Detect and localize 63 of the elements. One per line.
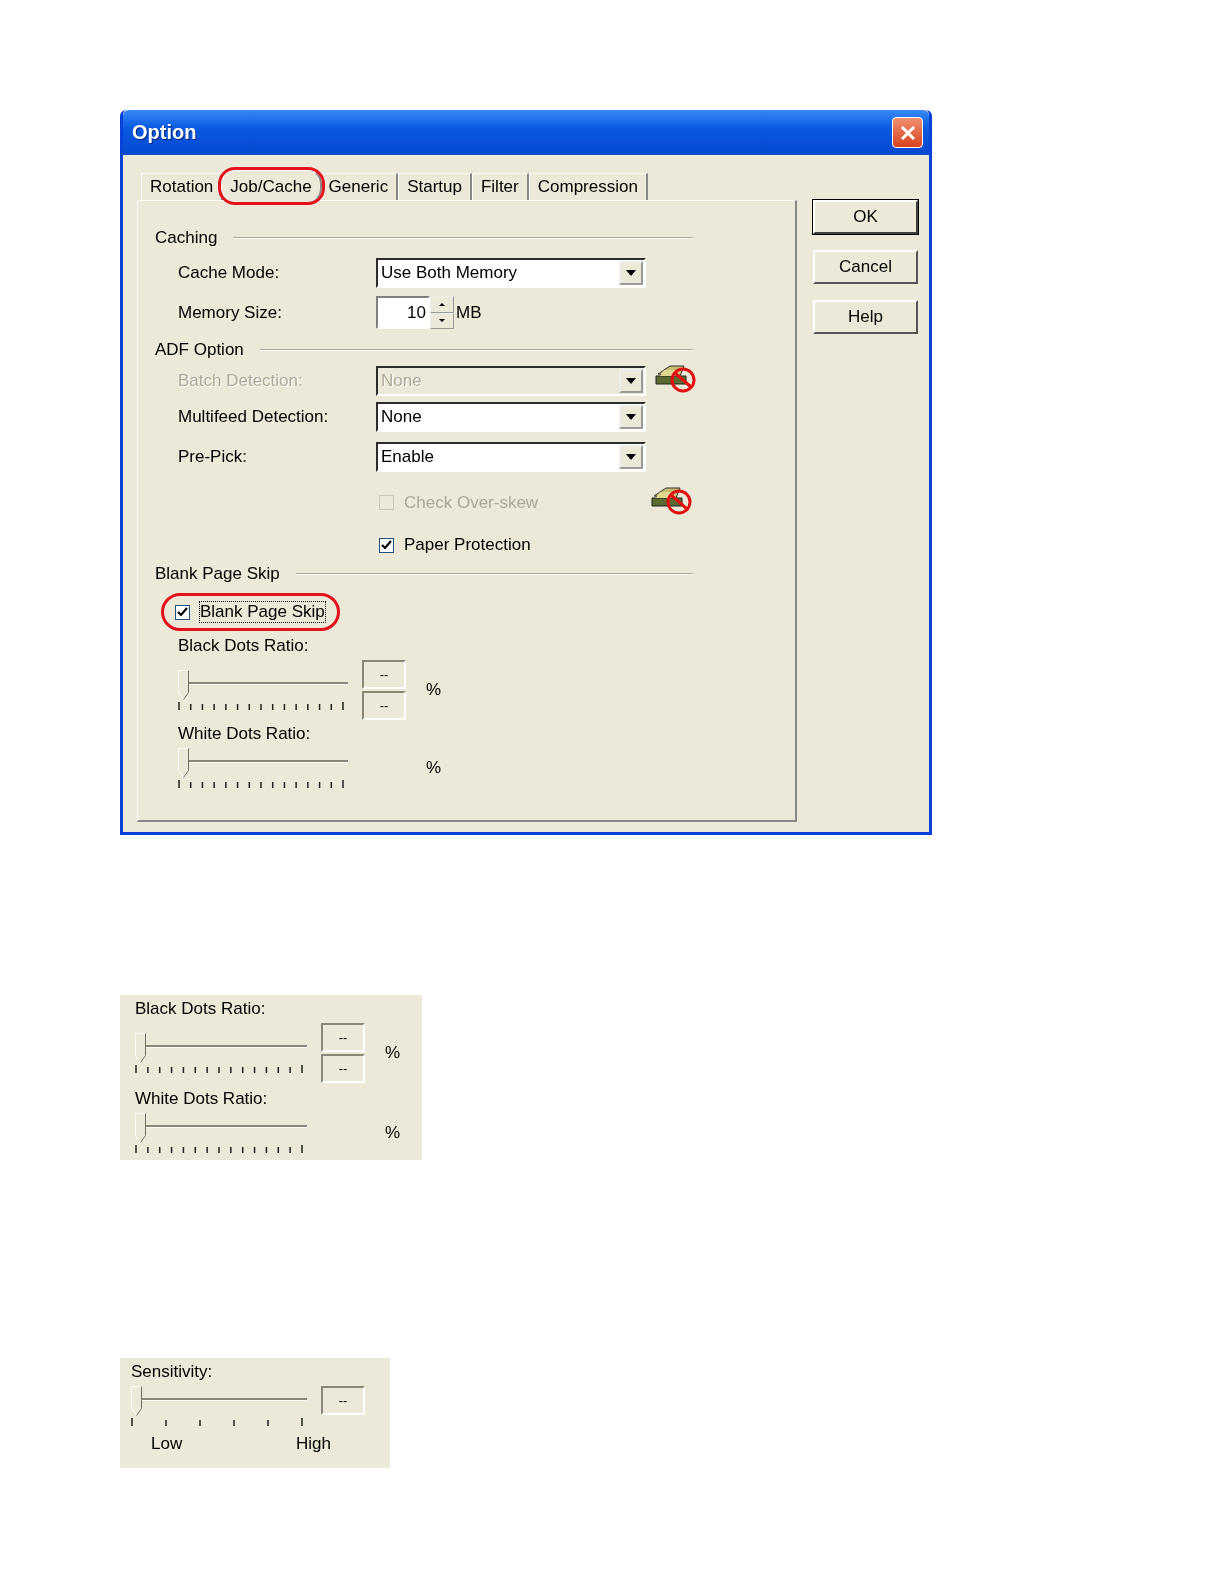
up-arrow-icon <box>439 302 445 306</box>
value-box: -- <box>321 1023 365 1052</box>
tab[interactable]: Startup <box>398 173 472 200</box>
dropdown[interactable]: Use Both Memory <box>376 258 646 288</box>
value-box: -- <box>321 1386 365 1415</box>
dropdown-arrow-icon <box>626 414 636 420</box>
tab[interactable]: Compression <box>528 173 648 200</box>
group-heading: Blank Page Skip <box>155 564 280 584</box>
scale-label: High <box>296 1434 331 1454</box>
dropdown-arrow-icon <box>626 377 636 384</box>
tab[interactable]: Filter <box>471 173 529 200</box>
dialog-button[interactable]: Help <box>813 300 918 334</box>
unit-label: % <box>426 680 443 700</box>
checkbox-label: Check Over-skew <box>404 492 539 513</box>
window-title: Option <box>132 121 197 144</box>
field-label: Multifeed Detection: <box>178 407 330 427</box>
close-icon <box>899 124 916 141</box>
slider-thumb[interactable] <box>131 1386 142 1416</box>
tab[interactable]: Job/Cache <box>221 170 322 202</box>
value-box: -- <box>362 660 406 689</box>
value-box: -- <box>362 691 406 720</box>
dropdown[interactable]: None <box>376 402 646 432</box>
scale-label: Low <box>151 1434 183 1454</box>
dropdown-button[interactable] <box>619 261 643 285</box>
slider-thumb[interactable] <box>135 1033 146 1063</box>
dropdown-button[interactable] <box>619 405 643 429</box>
checkbox-label: Paper Protection <box>404 535 531 555</box>
checkbox[interactable] <box>379 537 394 553</box>
slider-label: Black Dots Ratio: <box>178 636 309 655</box>
scanner-prohibited-icon <box>650 484 694 516</box>
slider-thumb[interactable] <box>178 670 189 700</box>
dropdown[interactable]: Enable <box>376 442 646 472</box>
dropdown-arrow-icon <box>626 454 636 460</box>
field-label: Cache Mode: <box>178 263 281 283</box>
checkbox-label: Blank Page Skip <box>200 602 325 622</box>
checkbox[interactable] <box>175 604 190 620</box>
slider-label: White Dots Ratio: <box>178 724 311 743</box>
unit-label: % <box>426 758 443 778</box>
scanner-prohibited-icon <box>654 362 698 394</box>
group-heading: Caching <box>155 228 218 248</box>
slider-label: White Dots Ratio: <box>135 1089 268 1108</box>
dropdown-arrow-icon <box>626 270 636 276</box>
dialog-button[interactable]: Cancel <box>813 250 918 284</box>
spin-up-button[interactable] <box>430 296 454 313</box>
slider-label: Sensitivity: <box>131 1362 213 1381</box>
unit-label: MB <box>456 302 482 323</box>
dialog-button[interactable]: OK <box>813 200 918 234</box>
field-label: Batch Detection: <box>178 370 304 391</box>
down-arrow-icon <box>439 319 445 323</box>
group-heading: ADF Option <box>155 340 244 360</box>
slider-thumb[interactable] <box>178 748 189 778</box>
number-field[interactable]: 10 <box>376 296 430 329</box>
slider-thumb[interactable] <box>135 1113 146 1143</box>
unit-label: % <box>385 1043 402 1063</box>
slider-label: Black Dots Ratio: <box>135 999 266 1018</box>
field-label: Pre-Pick: <box>178 447 248 467</box>
dropdown-button[interactable] <box>619 445 643 469</box>
field-label: Memory Size: <box>178 302 283 323</box>
value-box: -- <box>321 1054 365 1083</box>
tab[interactable]: Rotation <box>141 173 224 200</box>
close-button[interactable] <box>892 117 923 148</box>
tab[interactable]: Generic <box>319 173 399 200</box>
unit-label: % <box>385 1123 402 1143</box>
